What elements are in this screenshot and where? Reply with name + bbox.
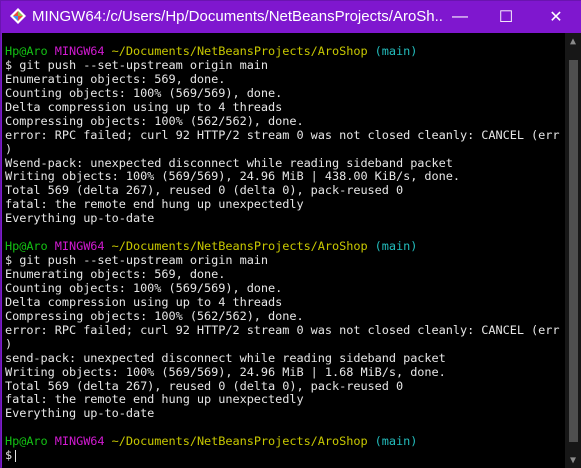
scroll-down-button[interactable]: ▼	[565, 452, 581, 468]
close-button[interactable]: ✕	[530, 1, 581, 33]
command-line: $ git push --set-upstream origin main	[5, 253, 565, 268]
output-line: Compressing objects: 100% (562/562), don…	[5, 113, 304, 128]
output-line: fatal: the remote end hung up unexpected…	[5, 392, 304, 407]
prompt-line: Hp@Aro MINGW64 ~/Documents/NetBeansProje…	[5, 434, 565, 449]
window-title: MINGW64:/c/Users/Hp/Documents/NetBeansPr…	[32, 8, 442, 25]
maximize-button[interactable]: ☐	[484, 1, 528, 33]
prompt-path: ~/Documents/NetBeansProjects/AroShop	[111, 44, 368, 58]
output-line: Writing objects: 100% (569/569), 24.96 M…	[5, 169, 460, 184]
prompt-line: Hp@Aro MINGW64 ~/Documents/NetBeansProje…	[5, 44, 565, 59]
output-line: Everything up-to-date	[5, 406, 155, 421]
scroll-up-button[interactable]: ▲	[565, 33, 581, 49]
prompt-branch: (main)	[374, 44, 418, 58]
command-line: $ git push --set-upstream origin main	[5, 57, 565, 73]
prompt-branch: (main)	[374, 239, 418, 254]
output-line: Enumerating objects: 569, done.	[5, 71, 226, 86]
minimize-icon: —	[452, 8, 468, 25]
prompt-path: ~/Documents/NetBeansProjects/AroShop	[111, 434, 368, 449]
output-line: Compressing objects: 100% (562/562), don…	[5, 308, 304, 323]
output-line: Delta compression using up to 4 threads	[5, 99, 283, 114]
input-line[interactable]: $	[5, 448, 565, 463]
triangle-up-icon: ▲	[569, 35, 577, 47]
output-line: Writing objects: 100% (569/569), 24.96 M…	[5, 364, 446, 379]
text-cursor	[15, 449, 17, 462]
prompt-branch: (main)	[374, 434, 418, 449]
prompt-path: ~/Documents/NetBeansProjects/AroShop	[111, 239, 368, 254]
output-line: )	[5, 336, 13, 351]
output-line: send-pack: unexpected disconnect while r…	[5, 350, 446, 365]
prompt-user: Hp@Aro	[5, 239, 48, 254]
terminal-lines: Hp@Aro MINGW64 ~/Documents/NetBeansProje…	[5, 44, 565, 463]
output-line: fatal: the remote end hung up unexpected…	[5, 197, 304, 212]
prompt-symbol: $	[5, 253, 13, 268]
output-line: )	[5, 141, 13, 156]
output-line: Counting objects: 100% (569/569), done.	[5, 85, 283, 100]
minimize-button[interactable]: —	[438, 1, 482, 33]
prompt-user: Hp@Aro	[5, 434, 48, 449]
maximize-icon: ☐	[498, 9, 514, 26]
output-line: error: RPC failed; curl 92 HTTP/2 stream…	[5, 322, 565, 337]
close-icon: ✕	[549, 9, 563, 26]
mingw-terminal-icon	[10, 8, 26, 24]
prompt-symbol: $	[5, 57, 13, 72]
output-line: Everything up-to-date	[5, 211, 155, 226]
prompt-symbol: $	[5, 448, 13, 463]
prompt-line: Hp@Aro MINGW64 ~/Documents/NetBeansProje…	[5, 239, 565, 254]
triangle-down-icon: ▼	[569, 454, 577, 466]
title-bar[interactable]: MINGW64:/c/Users/Hp/Documents/NetBeansPr…	[1, 1, 581, 33]
prompt-user: Hp@Aro	[5, 44, 48, 58]
terminal-window: MINGW64:/c/Users/Hp/Documents/NetBeansPr…	[0, 0, 581, 468]
command-text: git push --set-upstream origin main	[19, 253, 269, 268]
output-line: Total 569 (delta 267), reused 0 (delta 0…	[5, 378, 404, 393]
prompt-shell: MINGW64	[54, 434, 105, 449]
output-line: Wsend-pack: unexpected disconnect while …	[5, 155, 453, 170]
command-text: git push --set-upstream origin main	[19, 57, 269, 72]
prompt-shell: MINGW64	[54, 44, 105, 58]
vertical-scrollbar[interactable]: ▲ ▼	[565, 33, 581, 468]
output-line: Counting objects: 100% (569/569), done.	[5, 280, 283, 295]
prompt-shell: MINGW64	[54, 239, 105, 254]
output-line: Enumerating objects: 569, done.	[5, 267, 226, 281]
output-line: Delta compression using up to 4 threads	[5, 294, 283, 309]
output-line: Total 569 (delta 267), reused 0 (delta 0…	[5, 183, 404, 198]
terminal-output[interactable]: Hp@Aro MINGW64 ~/Documents/NetBeansProje…	[2, 33, 565, 468]
scrollbar-thumb[interactable]	[569, 60, 578, 442]
output-line: error: RPC failed; curl 92 HTTP/2 stream…	[5, 127, 565, 142]
